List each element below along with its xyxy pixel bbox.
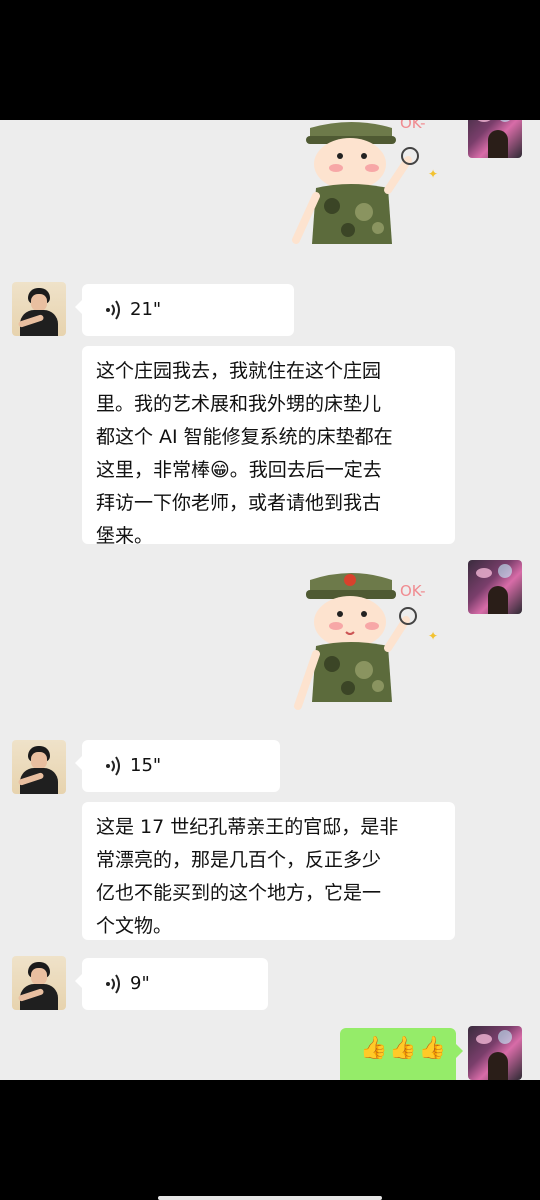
voice-wave-icon [106, 300, 120, 320]
woman-avatar[interactable] [12, 282, 66, 336]
text-message-bubble[interactable]: 这个庄园我去，我就住在这个庄园 里。我的艺术展和我外甥的床垫儿 都这个 AI 智… [82, 346, 455, 547]
self-avatar[interactable] [468, 560, 522, 614]
voice-duration: 9" [130, 973, 150, 994]
voice-duration: 21" [130, 299, 162, 320]
soldier-ok-sticker[interactable]: OK- ✦ [292, 566, 452, 722]
self-avatar[interactable] [468, 120, 522, 158]
voice-duration: 15" [130, 755, 162, 776]
woman-avatar[interactable] [12, 956, 66, 1010]
voice-wave-icon [106, 974, 120, 994]
voice-wave-icon [106, 756, 120, 776]
sticker-ok-text: OK- [400, 120, 425, 132]
bottom-black-bar [0, 1080, 540, 1200]
message-text: 这是 17 世纪孔蒂亲王的官邸，是非 常漂亮的，那是几百个，反正多少 亿也不能买… [96, 816, 399, 937]
voice-message-bubble[interactable]: 21" [75, 284, 294, 336]
woman-avatar[interactable] [12, 740, 66, 794]
home-indicator[interactable] [158, 1196, 382, 1200]
sparkle-icon: ✦ [428, 167, 438, 181]
chat-area[interactable]: OK- ✦ 21" 这个庄园我去，我就住在这个庄园 里。我的艺术展和我外甥的床垫… [0, 120, 540, 1080]
sticker-ok-text: OK- [400, 582, 425, 600]
thumbs-up-emoji: 👍👍👍 [360, 1036, 449, 1061]
sparkle-icon: ✦ [428, 629, 438, 643]
top-black-bar [0, 0, 540, 120]
message-text: 这个庄园我去，我就住在这个庄园 里。我的艺术展和我外甥的床垫儿 都这个 AI 智… [96, 360, 393, 547]
voice-message-bubble[interactable]: 15" [75, 740, 280, 792]
voice-message-bubble[interactable]: 9" [75, 958, 268, 1010]
soldier-ok-sticker[interactable]: OK- ✦ [292, 120, 452, 266]
text-message-bubble[interactable]: 这是 17 世纪孔蒂亲王的官邸，是非 常漂亮的，那是几百个，反正多少 亿也不能买… [82, 802, 455, 940]
self-avatar[interactable] [468, 1026, 522, 1080]
sent-message-bubble[interactable]: 👍👍👍 [340, 1028, 463, 1080]
